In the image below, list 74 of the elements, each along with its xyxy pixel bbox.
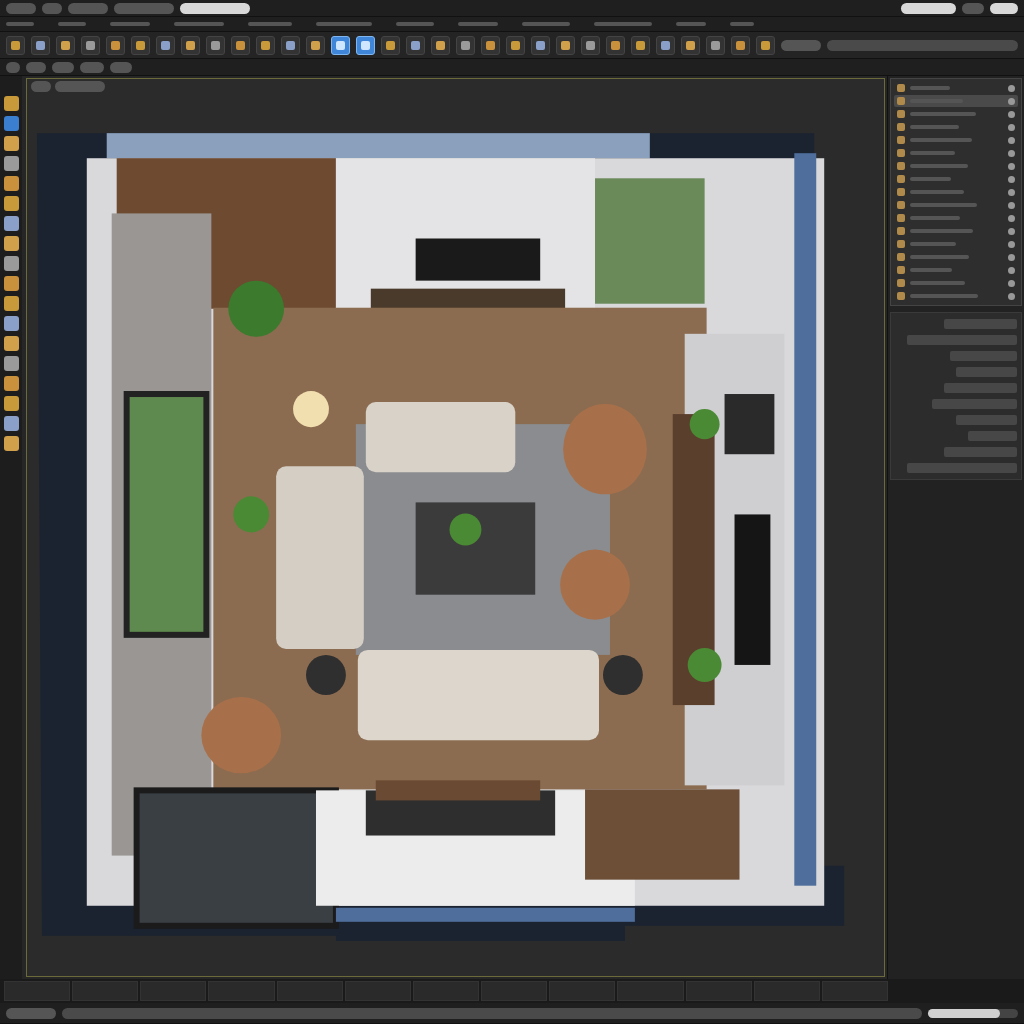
tool-icon[interactable] xyxy=(31,35,50,55)
tool-icon[interactable] xyxy=(731,35,750,55)
tool-icon[interactable] xyxy=(356,35,375,55)
zoom-slider[interactable] xyxy=(928,1008,1018,1018)
tool-icon[interactable] xyxy=(431,35,450,55)
frame-field[interactable] xyxy=(6,1007,56,1019)
tool-icon[interactable] xyxy=(481,35,500,55)
menu-button[interactable] xyxy=(42,2,62,14)
mode-button[interactable] xyxy=(180,2,250,14)
view-button[interactable] xyxy=(6,61,20,73)
tool-icon[interactable] xyxy=(3,396,19,411)
tool-icon[interactable] xyxy=(131,35,150,55)
tool-icon[interactable] xyxy=(56,35,75,55)
tool-icon[interactable] xyxy=(3,236,19,251)
tool-icon[interactable] xyxy=(631,35,650,55)
tool-icon[interactable] xyxy=(381,35,400,55)
property-field[interactable] xyxy=(956,415,1017,425)
view-button[interactable] xyxy=(110,61,132,73)
tool-icon[interactable] xyxy=(256,35,275,55)
tool-icon[interactable] xyxy=(206,35,225,55)
tool-icon[interactable] xyxy=(3,316,19,331)
property-field[interactable] xyxy=(907,463,1017,473)
property-field[interactable] xyxy=(931,399,1017,409)
tool-icon[interactable] xyxy=(81,35,100,55)
view-button[interactable] xyxy=(26,61,46,73)
property-field[interactable] xyxy=(949,351,1017,361)
tool-icon[interactable] xyxy=(3,436,19,451)
tool-icon[interactable] xyxy=(506,35,525,55)
tool-icon[interactable] xyxy=(281,35,300,55)
tool-icon[interactable] xyxy=(106,35,125,55)
tool-icon[interactable] xyxy=(3,156,19,171)
menu-button[interactable] xyxy=(68,2,108,14)
render-button[interactable] xyxy=(990,2,1018,14)
tool-icon[interactable] xyxy=(706,35,725,55)
property-field[interactable] xyxy=(907,335,1017,345)
tool-icon[interactable] xyxy=(3,96,19,111)
tool-icon[interactable] xyxy=(531,35,550,55)
tool-icon[interactable] xyxy=(3,216,19,231)
tool-icon[interactable] xyxy=(406,35,425,55)
tool-icon[interactable] xyxy=(3,356,19,371)
property-field[interactable] xyxy=(943,383,1017,393)
tool-icon[interactable] xyxy=(3,376,19,391)
tool-icon[interactable] xyxy=(181,35,200,55)
tool-icon[interactable] xyxy=(306,35,325,55)
tool-icon[interactable] xyxy=(581,35,600,55)
menu-button[interactable] xyxy=(6,2,36,14)
tool-icon[interactable] xyxy=(3,296,19,311)
tool-icon[interactable] xyxy=(456,35,475,55)
tool-icon[interactable] xyxy=(3,176,19,191)
tool-icon[interactable] xyxy=(556,35,575,55)
tool-icon[interactable] xyxy=(3,196,19,211)
tool-icon[interactable] xyxy=(681,35,700,55)
view-button[interactable] xyxy=(52,61,74,73)
tool-icon[interactable] xyxy=(331,35,350,55)
tool-icon[interactable] xyxy=(3,416,19,431)
tool-icon[interactable] xyxy=(6,35,25,55)
tool-icon[interactable] xyxy=(756,35,775,55)
property-field[interactable] xyxy=(956,367,1017,377)
outliner-row[interactable] xyxy=(894,95,1018,107)
workspace-button[interactable] xyxy=(901,2,956,14)
tool-icon[interactable] xyxy=(3,256,19,271)
tool-icon[interactable] xyxy=(3,136,19,151)
tool-icon[interactable] xyxy=(156,35,175,55)
tool-icon[interactable] xyxy=(656,35,675,55)
tool-icon[interactable] xyxy=(231,35,250,55)
property-field[interactable] xyxy=(943,447,1017,457)
search-field[interactable] xyxy=(827,39,1018,51)
tool-icon[interactable] xyxy=(3,336,19,351)
property-field[interactable] xyxy=(968,431,1017,441)
property-field[interactable] xyxy=(943,319,1017,329)
tool-icon[interactable] xyxy=(606,35,625,55)
view-button[interactable] xyxy=(80,61,104,73)
layout-button[interactable] xyxy=(962,2,984,14)
tool-icon[interactable] xyxy=(3,276,19,291)
